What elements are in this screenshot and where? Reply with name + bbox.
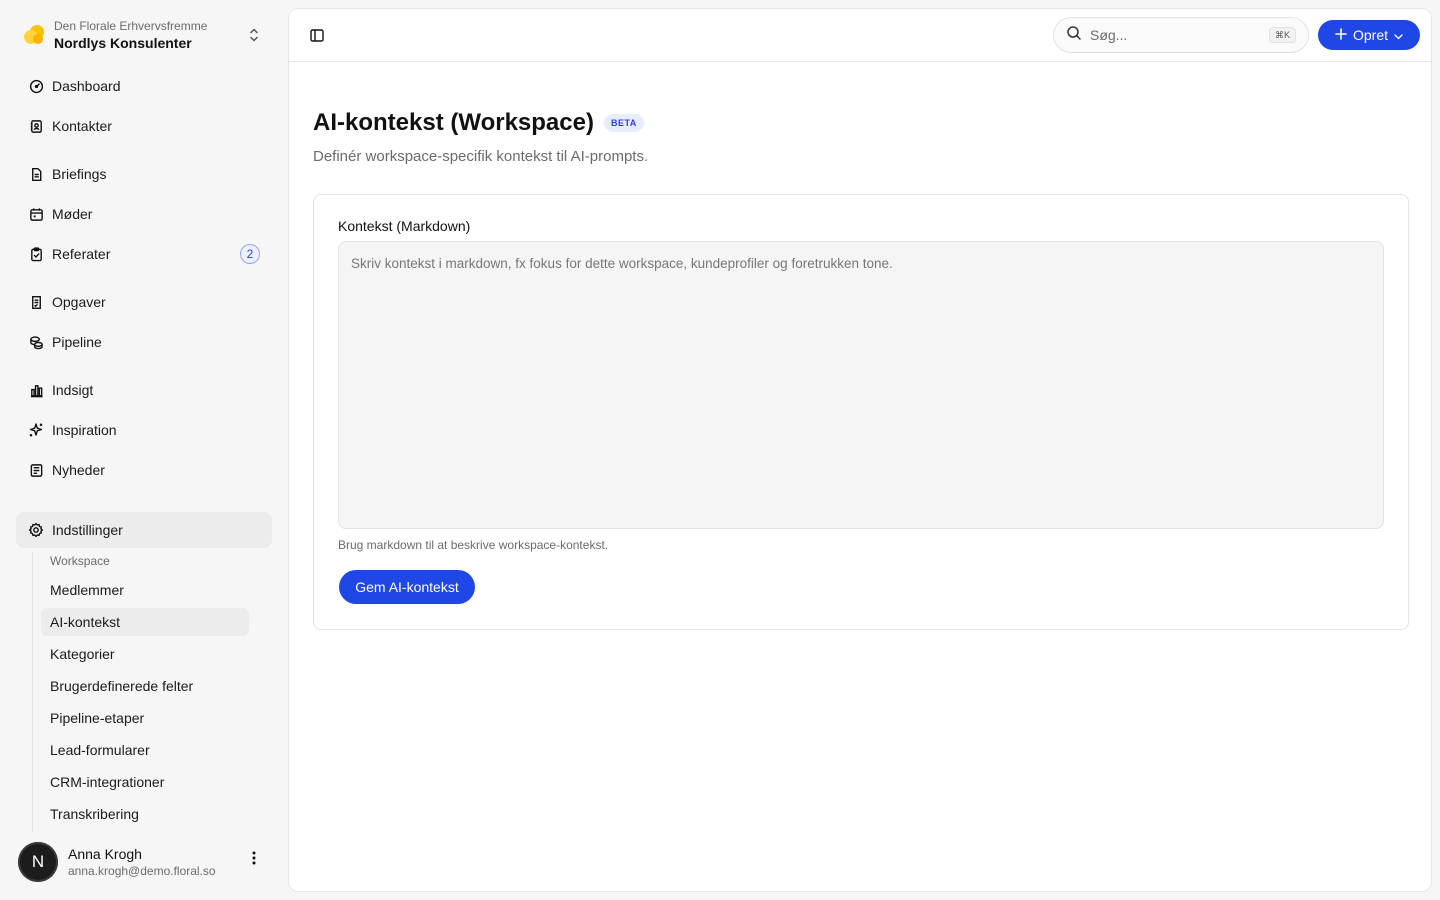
clipboard-check-icon xyxy=(28,246,44,262)
chevron-up-down-icon xyxy=(246,26,262,44)
settings-submenu: Workspace Medlemmer AI-kontekst Kategori… xyxy=(32,552,252,832)
sidebar-item-indstillinger[interactable]: Indstillinger xyxy=(16,512,272,548)
search-icon xyxy=(1066,25,1082,46)
sidebar-item-label: Briefings xyxy=(52,166,107,182)
submenu-item-ai-kontekst[interactable]: AI-kontekst xyxy=(41,608,249,636)
sidebar-item-label: Opgaver xyxy=(52,294,106,310)
sidebar-item-dashboard[interactable]: Dashboard xyxy=(16,68,272,104)
sidebar-item-inspiration[interactable]: Inspiration xyxy=(16,412,272,448)
search-box[interactable]: ⌘K xyxy=(1053,17,1309,53)
save-ai-context-button[interactable]: Gem AI-kontekst xyxy=(339,570,475,604)
search-input[interactable] xyxy=(1090,27,1250,43)
workspace-name: Nordlys Konsulenter xyxy=(54,34,192,51)
user-name: Anna Krogh xyxy=(68,846,142,862)
sidebar-item-label: Indsigt xyxy=(52,382,94,398)
workspace-org: Den Florale Erhvervsfremme xyxy=(54,18,208,33)
gauge-icon xyxy=(28,78,44,94)
context-field-label: Kontekst (Markdown) xyxy=(338,218,471,234)
sidebar-toggle-icon[interactable] xyxy=(307,26,327,44)
bar-chart-icon xyxy=(28,382,44,398)
referater-count-badge: 2 xyxy=(240,244,260,264)
gear-icon xyxy=(28,522,44,538)
submenu-group-label: Workspace xyxy=(50,554,110,568)
submenu-item-transkribering[interactable]: Transkribering xyxy=(41,800,249,828)
ai-context-card: Kontekst (Markdown) Brug markdown til at… xyxy=(313,194,1409,630)
sidebar-item-indsigt[interactable]: Indsigt xyxy=(16,372,272,408)
sidebar-item-label: Pipeline xyxy=(52,334,102,350)
context-textarea[interactable] xyxy=(338,241,1384,529)
calendar-icon xyxy=(28,206,44,222)
sidebar-item-label: Møder xyxy=(52,206,93,222)
user-email: anna.krogh@demo.floral.so xyxy=(68,864,216,878)
search-shortcut: ⌘K xyxy=(1268,27,1296,43)
sidebar-item-kontakter[interactable]: Kontakter xyxy=(16,108,272,144)
create-button-label: Opret xyxy=(1352,27,1388,43)
sidebar-item-label: Dashboard xyxy=(52,78,121,94)
sidebar-item-referater[interactable]: Referater 2 xyxy=(16,236,272,272)
submenu-item-crm-integrationer[interactable]: CRM-integrationer xyxy=(41,768,249,796)
sidebar: Den Florale Erhvervsfremme Nordlys Konsu… xyxy=(0,0,288,900)
sidebar-item-moder[interactable]: Møder xyxy=(16,196,272,232)
sidebar-item-opgaver[interactable]: Opgaver xyxy=(16,284,272,320)
beta-badge: BETA xyxy=(603,114,644,132)
sidebar-item-nyheder[interactable]: Nyheder xyxy=(16,452,272,488)
task-list-icon xyxy=(28,294,44,310)
submenu-item-kategorier[interactable]: Kategorier xyxy=(41,640,249,668)
contacts-book-icon xyxy=(28,118,44,134)
floral-logo-icon xyxy=(22,22,48,48)
create-button[interactable]: Opret xyxy=(1318,20,1420,50)
submenu-item-lead-formularer[interactable]: Lead-formularer xyxy=(41,736,249,764)
sidebar-item-pipeline[interactable]: Pipeline xyxy=(16,324,272,360)
main-panel: ⌘K Opret AI-kontekst (Workspace) BETA De… xyxy=(288,8,1432,892)
avatar: N xyxy=(18,842,58,882)
coins-stack-icon xyxy=(28,334,44,350)
more-vertical-icon[interactable] xyxy=(248,848,260,868)
sidebar-item-label: Kontakter xyxy=(52,118,112,134)
sidebar-item-label: Referater xyxy=(52,246,111,262)
workspace-switcher[interactable]: Den Florale Erhvervsfremme Nordlys Konsu… xyxy=(20,14,270,56)
chevron-down-icon xyxy=(1394,27,1403,43)
sidebar-item-briefings[interactable]: Briefings xyxy=(16,156,272,192)
page-title: AI-kontekst (Workspace) xyxy=(313,109,594,136)
submenu-item-pipeline-etaper[interactable]: Pipeline-etaper xyxy=(41,704,249,732)
topbar: ⌘K Opret xyxy=(289,9,1431,62)
plus-icon xyxy=(1335,27,1347,43)
submenu-item-brugerdefinerede-felter[interactable]: Brugerdefinerede felter xyxy=(41,672,249,700)
sparkles-icon xyxy=(28,422,44,438)
context-help-text: Brug markdown til at beskrive workspace-… xyxy=(338,538,609,552)
submenu-item-medlemmer[interactable]: Medlemmer xyxy=(41,576,249,604)
sidebar-item-label: Nyheder xyxy=(52,462,105,478)
sidebar-item-label: Indstillinger xyxy=(52,522,123,538)
page-subtitle: Definér workspace-specifik kontekst til … xyxy=(313,148,649,165)
sidebar-item-label: Inspiration xyxy=(52,422,117,438)
document-icon xyxy=(28,166,44,182)
user-profile[interactable]: N Anna Krogh anna.krogh@demo.floral.so xyxy=(18,838,270,886)
newspaper-icon xyxy=(28,462,44,478)
